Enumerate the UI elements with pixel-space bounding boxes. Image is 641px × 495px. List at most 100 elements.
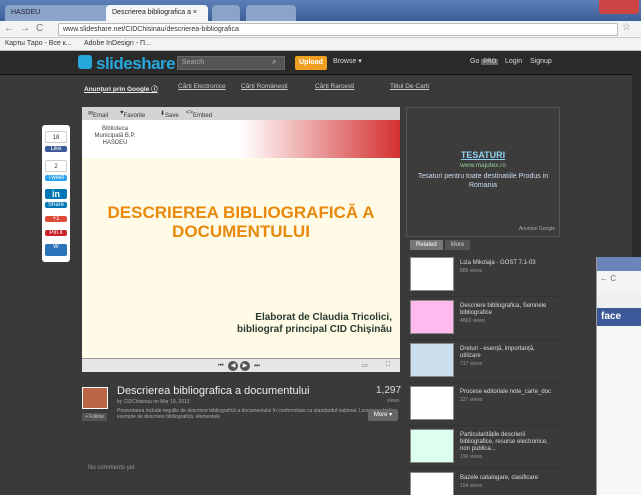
background-page [597,326,641,495]
cat-link-3[interactable]: Cărți Rarcesti [315,83,354,90]
list-item[interactable]: Procese editoriale note_carte_doc 227 vie… [408,383,560,426]
related-thumbnail[interactable] [410,257,454,291]
player-controls: ⏮ ◀ ▶ ⏭ ▭ ⛶ [82,358,400,372]
related-views: 717 views [460,361,483,367]
tab-4[interactable] [246,5,296,21]
search-input[interactable]: Search [177,56,285,70]
tab-hasdeu[interactable]: HASDEU [5,5,115,21]
bookmark-indesign[interactable]: Adobe InDesign - П... [84,40,151,47]
related-title[interactable]: Procese editoriale note_carte_doc [460,389,551,395]
play-icon[interactable]: ▶ [240,361,250,371]
browse-label: Browse [333,58,357,65]
slide-toolbar: ✉ Email ♥ Favorite ⬇ Save <> Embed [82,107,400,120]
tweet-button[interactable]: Tweet [45,175,67,181]
ad-footer[interactable]: Anunturi Google [519,226,555,232]
forward-icon[interactable]: → [20,23,30,34]
email-button[interactable]: ✉ Email [88,110,108,119]
more-label: More [373,412,388,418]
slideshare-logo[interactable]: slideshare [96,54,176,74]
tweet-count: 2 [45,160,67,172]
list-item[interactable]: Dreturi - esență, importanță, utilizare 7… [408,340,560,383]
tab-descrierea[interactable]: Descrierea bibliografica a × [106,5,208,21]
related-title[interactable]: Dreturi - esență, importanță, utilizare [460,346,535,359]
pinterest-button[interactable]: Pin it [45,230,67,236]
search-icon[interactable]: ⌕ [272,57,276,67]
fullscreen-icon[interactable]: ⛶ [386,362,390,369]
save-button[interactable]: ⬇ Save [160,110,179,119]
login-link[interactable]: Login [505,58,522,65]
list-item[interactable]: Liza Mikolaja - GOST 7.1-03 886 views [408,254,560,297]
google-plus-button[interactable]: +1 [45,216,67,222]
url-input[interactable]: www.slideshare.net/CIDChisinau/descriere… [58,23,618,36]
document-title: Descrierea bibliografica a documentului [117,385,310,397]
slide-author: Elaborat de Claudia Tricolici, bibliograf… [182,312,392,336]
cat-link-4[interactable]: Titlul De Carti [390,83,429,90]
last-slide-icon[interactable]: ⏭ [252,361,262,371]
related-title[interactable]: Liza Mikolaja - GOST 7.1-03 [460,260,536,266]
category-bar: Anunțuri prin Google ⓘ Cărți Electronice… [0,80,641,94]
prev-slide-icon[interactable]: ◀ [228,361,238,371]
document-byline[interactable]: by CIDChisinau on Mar 19, 2013 [117,399,190,405]
embed-button[interactable]: <> Embed [186,110,212,119]
share-count: 18 [45,131,67,143]
ad-title[interactable]: TESATURI [407,150,559,160]
ad-text: Tesaturi pentru toate destinatiile Produ… [417,173,549,189]
save-label: Save [165,113,179,119]
slide-title: DESCRIEREA BIBLIOGRAFICĂ A DOCUMENTULUI [107,203,375,241]
related-title[interactable]: Bazele catalogare, clasificare [460,475,538,481]
facebook-logo: face [597,308,641,326]
related-thumbnail[interactable] [410,429,454,463]
related-thumbnail[interactable] [410,300,454,334]
reload-icon[interactable]: C [36,23,43,34]
follow-button[interactable]: + Follow [82,413,107,421]
page-counter: ▭ [362,363,368,369]
related-thumbnail[interactable] [410,343,454,377]
facebook-like-button[interactable]: Like [45,146,67,152]
window-controls[interactable] [599,0,639,14]
related-thumbnail[interactable] [410,472,454,495]
related-views: 154 views [460,483,483,489]
list-item[interactable]: Descriere bibliografica, Semnele bibliog… [408,297,560,340]
slide-viewer[interactable]: Biblioteca Municipală B.P. HASDEU DESCRI… [82,120,400,358]
related-views: 196 views [460,454,483,460]
address-bar: ← → C www.slideshare.net/CIDChisinau/des… [0,21,641,38]
linkedin-icon: in [45,189,67,199]
related-title[interactable]: Particularitățile descrierii bibliografi… [460,432,548,452]
tab-more[interactable]: More [444,240,471,250]
related-thumbnail[interactable] [410,386,454,420]
linkedin-share-button[interactable]: Share [45,202,67,208]
background-window[interactable]: ← C face [596,257,641,495]
cat-link-1[interactable]: Cărți Electronice [178,83,226,90]
back-icon[interactable]: ← [4,23,14,34]
go-label: Go [470,58,480,65]
bookmark-taro[interactable]: Карты Таро - Все к... [5,40,72,47]
avatar[interactable] [82,387,108,409]
bookmark-star-icon[interactable]: ☆ [622,22,631,33]
list-item[interactable]: Bazele catalogare, clasificare 154 views [408,469,560,495]
related-views: 886 views [460,268,483,274]
wordpress-icon[interactable]: W [45,244,67,256]
related-views: 227 views [460,397,483,403]
browser-tabstrip: HASDEU Descrierea bibliografica a × [0,0,641,21]
related-title[interactable]: Descriere bibliografica, Semnele bibliog… [460,303,546,316]
list-item[interactable]: Particularitățile descrierii bibliografi… [408,426,560,469]
signup-link[interactable]: Signup [530,58,552,65]
upload-button[interactable]: Upload [295,56,327,70]
go-pro-link[interactable]: Go PRO [470,58,499,65]
more-button[interactable]: More ▾ [368,409,398,421]
favorite-button[interactable]: ♥ Favorite [120,110,145,119]
share-panel: 18 Like 2 Tweet in Share +1 Pin it W [42,125,70,262]
ads-by-google[interactable]: Anunțuri prin Google ⓘ [84,83,158,93]
google-ad[interactable]: TESATURI www.majutex.ro Tesaturi pentru … [406,107,560,237]
tab-related[interactable]: Related [410,240,443,250]
author-line-1: Elaborat de Claudia Tricolici, [255,312,392,323]
tab-3[interactable] [212,5,240,21]
email-label: Email [93,113,109,119]
document-description: Prezentarea include regulile de descrier… [117,408,392,420]
view-count: 1,297 [376,385,402,396]
favorite-label: Favorite [123,113,146,119]
first-slide-icon[interactable]: ⏮ [216,361,226,371]
ad-url[interactable]: www.majutex.ro [407,162,559,169]
cat-link-2[interactable]: Cărți Românești [241,83,288,90]
browse-menu[interactable]: Browse ▾ [333,57,362,65]
